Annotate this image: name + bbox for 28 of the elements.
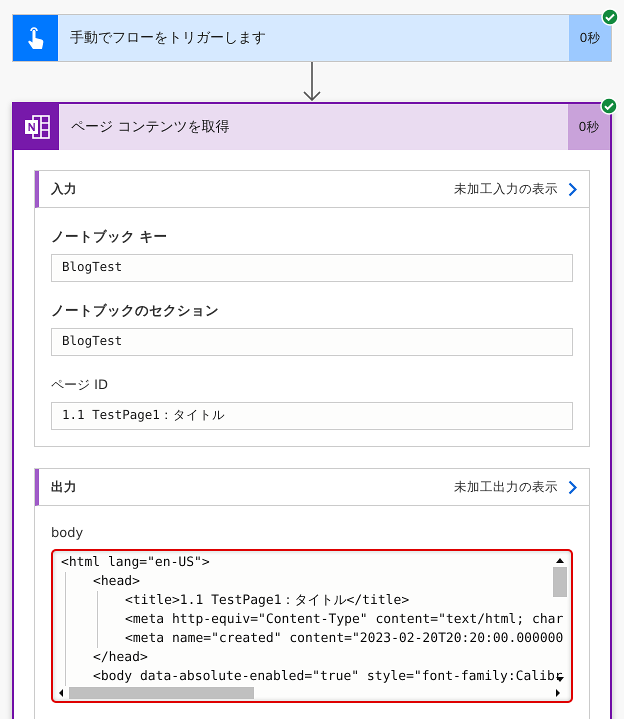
code-line: </head> (93, 649, 149, 667)
parameter-label: ページ ID (51, 377, 109, 394)
section-title: 入力 (51, 180, 78, 198)
down-arrow (302, 62, 322, 102)
section-title: 出力 (51, 478, 78, 496)
parameter-value-field: 1.1 TestPage1：タイトル (51, 402, 573, 430)
parameter-label: body (51, 526, 84, 541)
code-line: <title>1.1 TestPage1：タイトル</title> (125, 592, 410, 610)
code-line: <meta name="created" content="2023-02-20T20:20:00.000000 (125, 630, 564, 648)
code-line: <body data-absolute-enabled="true" style="font-family:Calibr (93, 668, 564, 686)
notebook-n-icon (24, 115, 50, 139)
code-line: <html lang="en-US"> (61, 554, 211, 572)
code-line: <meta http-equiv="Content-Type" content="text/html; char (125, 611, 564, 629)
parameter-value-field: BlogTest (51, 254, 573, 282)
parameter-value-field: BlogTest (51, 328, 573, 356)
duration-label: 0秒 (568, 104, 610, 150)
duration-label: 0秒 (569, 15, 611, 61)
chevron-right-icon (568, 182, 577, 196)
hand-pointer-icon (26, 25, 46, 51)
step-title[interactable]: 手動でフローをトリガーします (58, 15, 569, 61)
parameter-label: ノートブックのセクション (51, 302, 220, 320)
code-line: <head> (93, 573, 141, 591)
raw-view-link[interactable]: 未加工出力の表示 (454, 478, 577, 496)
parameter-label: ノートブック キー (51, 228, 169, 246)
chevron-right-icon (568, 480, 577, 494)
horizontal-scrollbar[interactable] (57, 687, 562, 699)
raw-view-link[interactable]: 未加工入力の表示 (454, 180, 577, 198)
step-title[interactable]: ページ コンテンツを取得 (59, 104, 568, 150)
